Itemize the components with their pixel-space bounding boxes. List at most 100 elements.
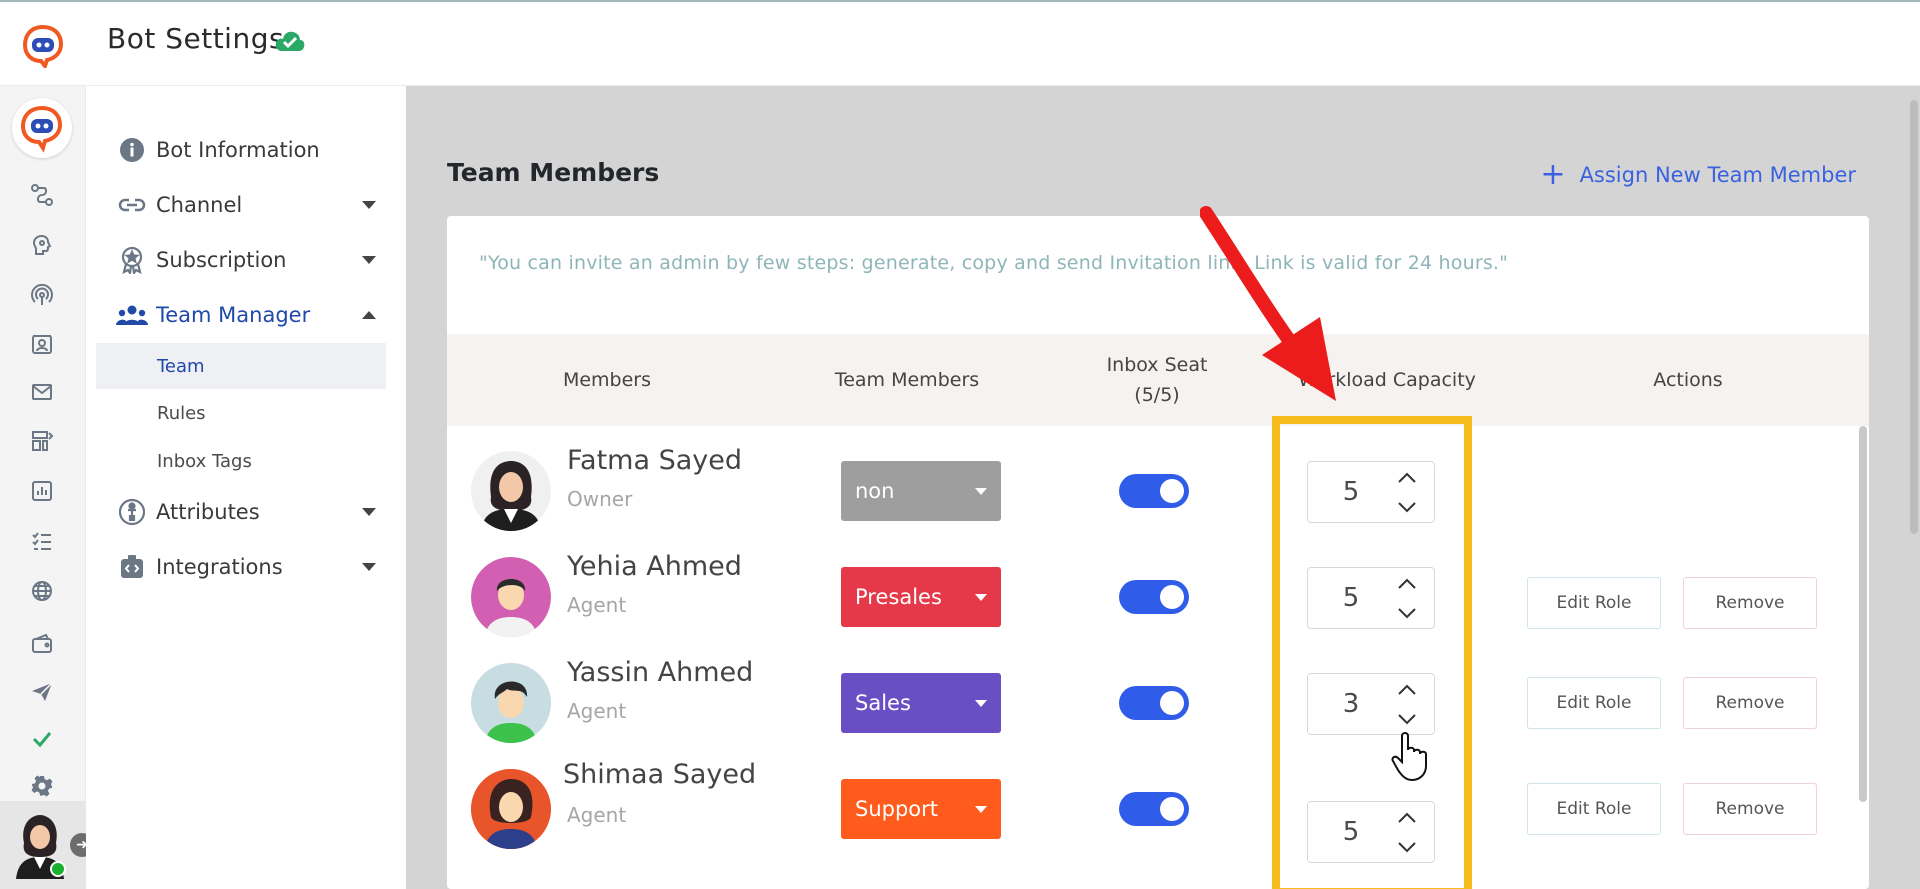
member-avatar	[471, 769, 551, 849]
icon-rail: ➜	[0, 86, 94, 889]
top-bar: Bot Settings	[0, 0, 1920, 86]
plus-icon: +	[1540, 157, 1566, 192]
inbox-seat-toggle[interactable]	[1119, 686, 1189, 720]
edit-role-button[interactable]: Edit Role	[1527, 677, 1661, 729]
table-row: Shimaa Sayed Agent Support 5 Edit Role R…	[447, 749, 1869, 863]
table-row: Yehia Ahmed Agent Presales 5 Edit Role R…	[447, 537, 1869, 643]
invite-info-text: "You can invite an admin by few steps: g…	[479, 252, 1509, 274]
nav-label: Team Manager	[156, 303, 311, 327]
nav-team-manager[interactable]: Team Manager	[116, 295, 396, 335]
col-members: Members	[562, 369, 652, 391]
assign-label: Assign New Team Member	[1579, 163, 1856, 187]
team-select[interactable]: non	[841, 461, 1001, 521]
settings-nav: Bot Information Channel Subscription Tea…	[86, 86, 406, 889]
nav-sub-inbox-tags[interactable]: Inbox Tags	[96, 438, 386, 484]
online-status-dot	[50, 861, 66, 877]
chevron-down-icon	[362, 508, 376, 516]
nav-label: Channel	[156, 193, 243, 217]
chevron-down-icon	[362, 201, 376, 209]
edit-role-button[interactable]: Edit Role	[1527, 783, 1661, 835]
brain-icon[interactable]	[28, 231, 56, 259]
app-logo-icon[interactable]	[21, 24, 65, 68]
team-icon	[116, 299, 148, 331]
caret-down-icon	[975, 700, 987, 707]
bot-avatar[interactable]	[12, 98, 72, 158]
toggle-knob	[1160, 691, 1184, 715]
team-select[interactable]: Presales	[841, 567, 1001, 627]
inbox-seat-toggle[interactable]	[1119, 474, 1189, 508]
member-role: Agent	[567, 803, 627, 827]
member-role: Agent	[567, 699, 627, 723]
team-select-value: non	[855, 479, 895, 503]
inbox-seat-toggle[interactable]	[1119, 580, 1189, 614]
inbox-seat-toggle[interactable]	[1119, 792, 1189, 826]
caret-down-icon	[975, 806, 987, 813]
hand-cursor-icon	[1391, 732, 1427, 782]
team-select[interactable]: Support	[841, 779, 1001, 839]
contacts-icon[interactable]	[28, 330, 56, 358]
cloud-saved-icon	[275, 31, 305, 51]
table-header: Members Team Members Inbox Seat (5/5) Wo…	[447, 334, 1869, 426]
col-actions: Actions	[1653, 369, 1723, 391]
check-icon[interactable]	[28, 725, 56, 753]
settings-gear-icon[interactable]	[28, 772, 56, 800]
member-name: Fatma Sayed	[567, 445, 743, 476]
widgets-icon[interactable]	[28, 427, 56, 455]
member-name: Yassin Ahmed	[567, 657, 754, 688]
wallet-icon[interactable]	[28, 630, 56, 658]
member-name: Yehia Ahmed	[567, 551, 742, 582]
nav-integrations[interactable]: Integrations	[116, 547, 396, 587]
table-row: Yassin Ahmed Agent Sales 3 Edit Role Rem…	[447, 643, 1869, 749]
col-team-members: Team Members	[834, 369, 980, 391]
nav-attributes[interactable]: Attributes	[116, 492, 396, 532]
bot-logo-icon	[20, 105, 63, 153]
link-icon	[116, 189, 148, 221]
page-scrollbar[interactable]	[1910, 100, 1918, 534]
nav-bot-information[interactable]: Bot Information	[116, 130, 396, 170]
member-name: Shimaa Sayed	[563, 759, 757, 790]
info-icon	[116, 134, 148, 166]
remove-button[interactable]: Remove	[1683, 577, 1817, 629]
member-avatar	[471, 451, 551, 531]
toggle-knob	[1160, 585, 1184, 609]
broadcast-icon[interactable]	[28, 281, 56, 309]
member-avatar	[471, 663, 551, 743]
current-user-panel[interactable]: ➜	[0, 801, 94, 889]
mail-icon[interactable]	[28, 378, 56, 406]
globe-icon[interactable]	[28, 577, 56, 605]
inbox-seat-count: (5/5)	[1134, 384, 1180, 406]
nav-channel[interactable]: Channel	[116, 185, 396, 225]
nav-label: Integrations	[156, 555, 283, 579]
main-content: Team Members + Assign New Team Member "Y…	[406, 86, 1920, 889]
edit-role-button[interactable]: Edit Role	[1527, 577, 1661, 629]
toggle-knob	[1160, 479, 1184, 503]
table-row: Fatma Sayed Owner non 5	[447, 431, 1869, 537]
send-icon[interactable]	[28, 678, 56, 706]
team-select-value: Sales	[855, 691, 911, 715]
nav-sub-team[interactable]: Team	[96, 343, 386, 389]
member-role: Owner	[567, 487, 633, 511]
nav-subscription[interactable]: Subscription	[116, 240, 396, 280]
inbox-seat-label: Inbox Seat	[1106, 354, 1208, 376]
caret-down-icon	[975, 488, 987, 495]
table-scrollbar[interactable]	[1859, 426, 1867, 802]
chevron-up-icon	[362, 311, 376, 319]
team-select[interactable]: Sales	[841, 673, 1001, 733]
team-select-value: Support	[855, 797, 939, 821]
team-members-card: "You can invite an admin by few steps: g…	[447, 216, 1869, 889]
flow-icon[interactable]	[28, 181, 56, 209]
page-title: Bot Settings	[107, 22, 285, 55]
remove-button[interactable]: Remove	[1683, 677, 1817, 729]
nav-label: Attributes	[156, 500, 260, 524]
workload-highlight-box	[1272, 416, 1472, 889]
remove-button[interactable]: Remove	[1683, 783, 1817, 835]
tasks-icon[interactable]	[28, 527, 56, 555]
analytics-icon[interactable]	[28, 477, 56, 505]
person-icon	[116, 496, 148, 528]
chevron-down-icon	[362, 256, 376, 264]
badge-icon	[116, 244, 148, 276]
assign-new-team-member-button[interactable]: + Assign New Team Member	[1540, 160, 1856, 190]
nav-sub-rules[interactable]: Rules	[96, 390, 386, 436]
nav-label: Bot Information	[156, 138, 320, 162]
team-select-value: Presales	[855, 585, 942, 609]
